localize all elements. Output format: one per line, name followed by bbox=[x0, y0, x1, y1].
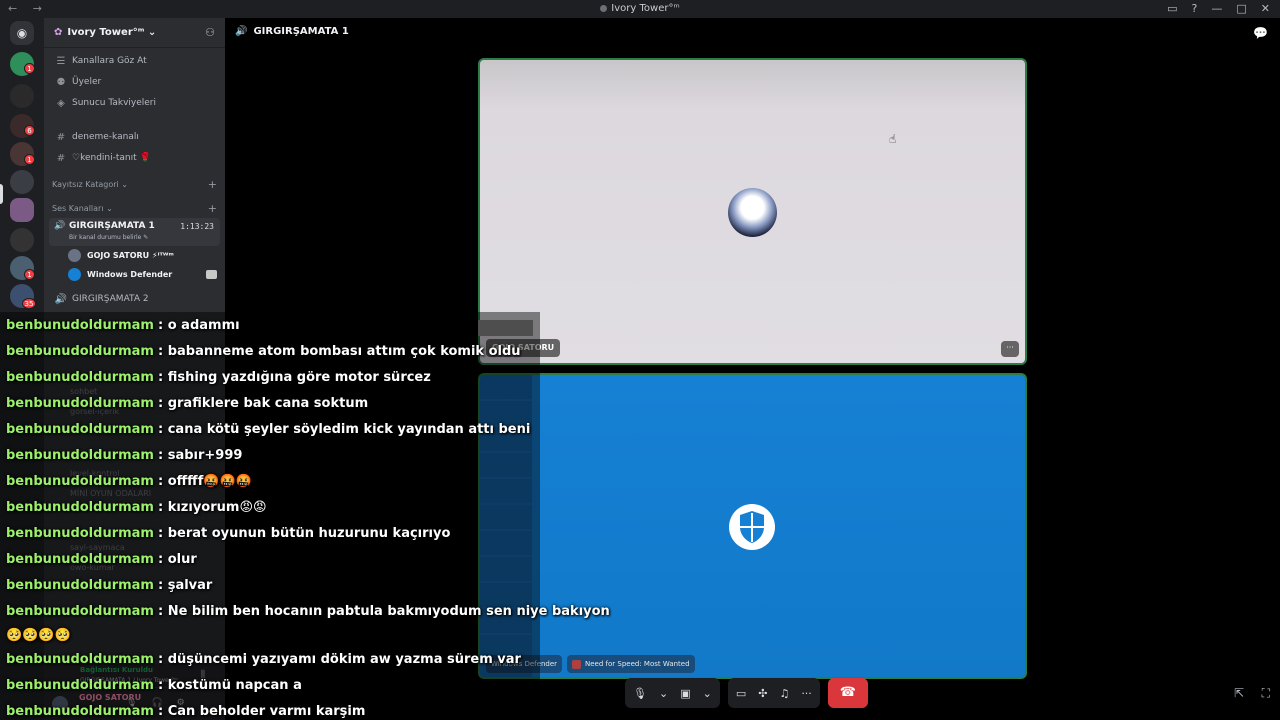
chat-message: benbunudoldurmam: düşüncemi yazıyamı dök… bbox=[6, 651, 521, 667]
sidebar-item-boosts[interactable]: ◈ Sunucu Takviyeleri bbox=[52, 94, 217, 112]
chat-message: benbunudoldurmam: berat oyunun bütün huz… bbox=[6, 525, 451, 541]
chat-message: benbunudoldurmam: grafiklere bak cana so… bbox=[6, 395, 369, 411]
category-voice[interactable]: Ses Kanalları ⌄ + bbox=[52, 201, 217, 215]
call-controls: 🎙 ⌄ ▣ ⌄ ▭ ✣ ♫ ··· ☎ bbox=[625, 678, 868, 708]
server-header[interactable]: ✿ Ivory Tower°ᵐ ⌄ ⚇ bbox=[44, 18, 225, 48]
unread-badge: 1 bbox=[24, 63, 35, 74]
server-name: Ivory Tower°ᵐ ⌄ bbox=[67, 27, 157, 38]
text-channel[interactable]: # ♡kendini-tanıt 🌹 bbox=[52, 149, 217, 167]
server-icon[interactable] bbox=[10, 170, 34, 194]
screenshare-icon[interactable]: ▭ bbox=[736, 687, 746, 700]
category-uncategorized[interactable]: Kayıtsız Katagori ⌄ + bbox=[52, 177, 217, 191]
soundboard-icon[interactable]: ♫ bbox=[779, 687, 789, 700]
more-icon[interactable]: ··· bbox=[801, 687, 812, 700]
chat-message: benbunudoldurmam: fishing yazdığına göre… bbox=[6, 369, 431, 385]
mic-control[interactable]: 🎙 ⌄ ▣ ⌄ bbox=[625, 678, 720, 708]
unread-badge: 1 bbox=[24, 154, 35, 165]
active-voice-channel[interactable]: 🔊 GIRGIRŞAMATA 1 1:13:23 Bir kanal durum… bbox=[49, 218, 220, 246]
browse-channels-icon: ☰ bbox=[56, 55, 66, 67]
hash-icon: # bbox=[56, 152, 66, 164]
activities-icon[interactable]: ✣ bbox=[758, 687, 767, 700]
call-timer: 1:13:23 bbox=[180, 222, 214, 231]
chat-message: benbunudoldurmam: babanneme atom bombası… bbox=[6, 343, 521, 359]
active-server-icon[interactable] bbox=[10, 198, 34, 222]
invite-icon[interactable]: ⚇ bbox=[205, 26, 215, 39]
channel-header: 🔊 GIRGIRŞAMATA 1 bbox=[235, 26, 349, 37]
minimize-icon[interactable]: — bbox=[1211, 2, 1222, 15]
server-icon[interactable] bbox=[10, 228, 34, 252]
maximize-icon[interactable]: □ bbox=[1236, 2, 1246, 15]
chat-message: benbunudoldurmam: o adammı bbox=[6, 317, 240, 333]
speaker-icon: 🔊 bbox=[235, 26, 248, 37]
chat-message: benbunudoldurmam: Ne bilim ben hocanın p… bbox=[6, 603, 610, 619]
chat-message: benbunudoldurmam: olur bbox=[6, 551, 197, 567]
selected-server-pip bbox=[0, 184, 3, 204]
hash-icon: # bbox=[56, 131, 66, 143]
activity-tag: Need for Speed: Most Wanted bbox=[567, 655, 695, 673]
game-icon bbox=[572, 659, 582, 669]
stream-indicator-icon bbox=[206, 269, 217, 279]
more-options-icon[interactable]: ··· bbox=[1001, 341, 1019, 357]
camera-off-icon[interactable]: ▣ bbox=[680, 687, 690, 700]
server-icon[interactable] bbox=[10, 84, 34, 108]
inbox-icon[interactable]: ▭ bbox=[1167, 2, 1177, 15]
boost-icon: ◈ bbox=[57, 97, 65, 109]
speaker-icon: 🔊 bbox=[54, 221, 66, 231]
window-title: Ivory Tower°ᵐ bbox=[0, 3, 1280, 14]
avatar bbox=[68, 267, 81, 281]
chat-message: benbunudoldurmam: kızıyorum😡😡 bbox=[6, 499, 267, 515]
sidebar-item-browse[interactable]: ☰ Kanallara Göz At bbox=[52, 52, 217, 70]
server-icon bbox=[600, 5, 608, 12]
flower-icon: ✿ bbox=[54, 27, 63, 38]
title-bar: ← → Ivory Tower°ᵐ ▭ ? — □ ✕ bbox=[0, 0, 1280, 18]
defender-shield-icon bbox=[729, 504, 775, 550]
chat-message: benbunudoldurmam: şalvar bbox=[6, 577, 213, 593]
avatar bbox=[728, 188, 777, 237]
unread-badge: 35 bbox=[22, 298, 36, 309]
chat-icon[interactable]: 💬 bbox=[1253, 26, 1268, 40]
cursor-icon: ☝ bbox=[889, 132, 897, 146]
chat-message: benbunudoldurmam: cana kötü şeyler söyle… bbox=[6, 421, 531, 437]
help-icon[interactable]: ? bbox=[1192, 2, 1198, 15]
fullscreen-icon[interactable]: ⛶ bbox=[1262, 686, 1270, 701]
chat-message: benbunudoldurmam: kostümü napcan a bbox=[6, 677, 302, 693]
voice-member[interactable]: GOJO SATORU ⚡ᴵᵀᵂᵐ bbox=[68, 247, 217, 263]
unread-badge: 6 bbox=[24, 125, 35, 136]
activity-controls: ▭ ✣ ♫ ··· bbox=[727, 678, 820, 708]
voice-member[interactable]: Windows Defender bbox=[68, 266, 217, 282]
speaker-icon: 🔊 bbox=[54, 293, 68, 305]
chat-message: benbunudoldurmam: sabır+999 bbox=[6, 447, 243, 463]
chat-message: benbunudoldurmam: offfff🤬🤬🤬 bbox=[6, 473, 252, 489]
voice-channel[interactable]: 🔊 GIRGIRŞAMATA 2 bbox=[52, 290, 217, 308]
chevron-down-icon[interactable]: ⌄ bbox=[703, 687, 712, 700]
popout-icon[interactable]: ⇱ bbox=[1234, 686, 1244, 700]
stream-chat-overlay: benbunudoldurmam: o adammı benbunudoldur… bbox=[0, 312, 610, 720]
channel-status[interactable]: Bir kanal durumu belirle ✎ bbox=[69, 234, 148, 241]
add-channel-icon[interactable]: + bbox=[208, 202, 217, 215]
chevron-down-icon[interactable]: ⌄ bbox=[659, 687, 668, 700]
chat-message-continuation: 🥺🥺🥺🥺 bbox=[6, 627, 71, 643]
unread-badge: 1 bbox=[24, 269, 35, 280]
sidebar-item-members[interactable]: ⚉ Üyeler bbox=[52, 73, 217, 91]
add-channel-icon[interactable]: + bbox=[208, 178, 217, 191]
participant-tile[interactable]: Windows Defender Need for Speed: Most Wa… bbox=[478, 373, 1027, 679]
disconnect-button[interactable]: ☎ bbox=[827, 678, 868, 708]
discord-home-icon[interactable]: ◉ bbox=[10, 21, 34, 45]
text-channel[interactable]: # deneme-kanalı bbox=[52, 128, 217, 146]
close-icon[interactable]: ✕ bbox=[1261, 2, 1270, 15]
mic-icon[interactable]: 🎙 bbox=[633, 687, 647, 700]
avatar bbox=[68, 248, 81, 262]
chat-message: benbunudoldurmam: Can beholder varmı kar… bbox=[6, 703, 366, 719]
participant-tile[interactable]: ☝ GOJO SATORU ··· bbox=[478, 58, 1027, 365]
members-icon: ⚉ bbox=[56, 76, 66, 88]
